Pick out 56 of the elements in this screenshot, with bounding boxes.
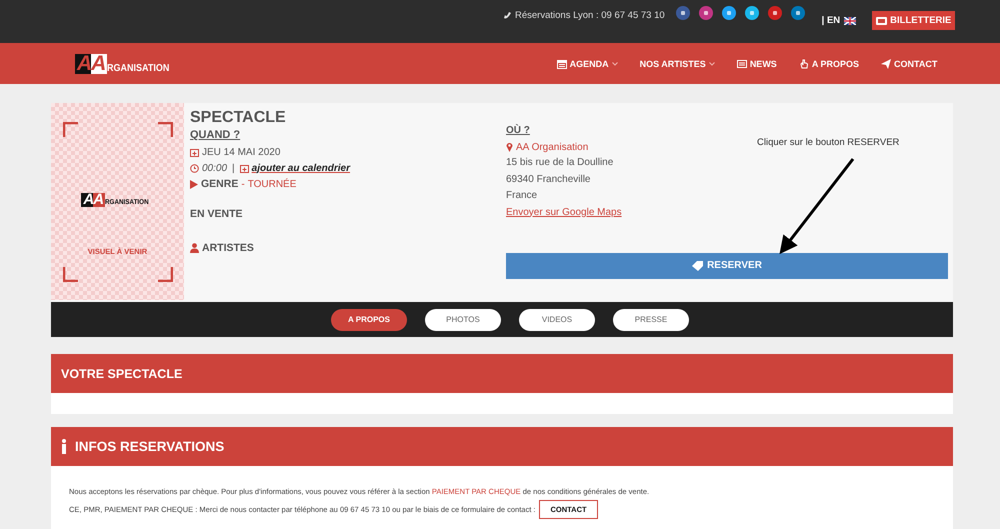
venue-name: AA Organisation [516,142,588,152]
genre-label: GENRE [201,178,238,190]
social-icon[interactable] [768,6,782,20]
address-line: 15 bis rue de la Doulline [506,156,614,170]
tab[interactable]: VIDEOS [519,308,595,330]
social-icon[interactable] [790,6,805,20]
flag-icon [844,16,856,24]
hand-icon [798,58,809,68]
map-pin-icon [506,142,513,152]
calendar-icon [556,58,567,68]
info-icon [61,439,67,454]
section-title: VOTRE SPECTACLE [61,366,182,380]
address-line: 69340 Francheville [506,172,592,186]
event-time: 00:00 [202,162,228,174]
nav-menu-item[interactable]: CONTACT [881,58,938,68]
social-icon[interactable] [676,6,690,20]
logo[interactable]: AA RGANISATION [75,54,177,74]
event-title: SPECTACLE [190,108,287,127]
play-icon [190,180,198,188]
newspaper-icon [736,58,747,68]
ticket-button[interactable]: BILLETTERIE [872,11,956,30]
calendar-icon [190,148,199,156]
tab[interactable]: PRESSE [613,308,689,330]
social-icon[interactable] [722,6,736,20]
nav-menu-item[interactable]: AGENDA [556,58,618,68]
nav-menu-item[interactable]: A PROPOS [798,58,859,68]
section-title: INFOS RESERVATIONS [75,439,224,454]
reserve-button[interactable]: RESERVER [506,252,948,278]
user-icon [190,243,199,253]
phone-icon [503,11,512,20]
language-link[interactable]: | EN [822,15,840,26]
tab[interactable]: A PROPOS [331,308,407,330]
event-date: JEU 14 MAI 2020 [202,146,280,158]
artists-label: ARTISTES [202,242,254,254]
nav-menu-item[interactable]: NEWS [736,58,777,68]
social-icon[interactable] [744,6,759,20]
annotation-text: Cliquer sur le bouton RESERVER [757,137,900,148]
genre-value: TOURNÉE [248,178,296,190]
clock-icon [190,164,199,172]
ticket-icon [876,16,888,24]
sale-status: EN VENTE [190,208,244,222]
calendar-icon [240,164,249,172]
separator: | [232,162,235,174]
paper-plane-icon [881,58,891,68]
add-to-calendar-link[interactable]: ajouter au calendrier [252,162,350,174]
tag-icon [692,260,704,270]
dash: - [241,178,245,190]
address-line: France [506,189,538,203]
when-label: QUAND ? [190,128,242,143]
nav-menu-item[interactable]: NOS ARTISTES [640,58,715,68]
google-maps-link[interactable]: Envoyer sur Google Maps [506,204,948,220]
tab[interactable]: PHOTOS [425,308,501,330]
where-label: OÙ ? [506,123,531,138]
phone-number: Réservations Lyon : 09 67 45 73 10 [515,10,665,21]
frame-corners-icon [63,122,173,282]
social-icon[interactable] [698,6,713,20]
